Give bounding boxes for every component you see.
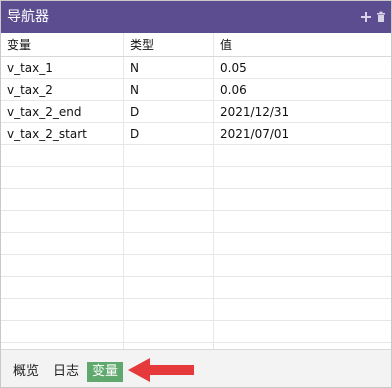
column-header-type[interactable]: 类型 — [123, 33, 213, 56]
variables-table: 变量 类型 值 v_tax_1 N 0.05 v_tax_2 N 0.06 v_… — [1, 33, 391, 349]
table-header-row: 变量 类型 值 — [1, 33, 391, 57]
empty-row — [1, 167, 391, 189]
add-icon[interactable] — [360, 11, 372, 23]
empty-row — [1, 189, 391, 211]
table-row[interactable]: v_tax_2 N 0.06 — [1, 79, 391, 101]
variable-type: D — [123, 123, 213, 144]
variable-type: N — [123, 79, 213, 100]
tab-log[interactable]: 日志 — [49, 362, 83, 382]
empty-row — [1, 233, 391, 255]
empty-row — [1, 211, 391, 233]
tab-overview[interactable]: 概览 — [9, 362, 43, 382]
variable-type: N — [123, 57, 213, 78]
variable-type: D — [123, 101, 213, 122]
variable-name: v_tax_2 — [7, 82, 53, 97]
variable-name: v_tax_1 — [7, 60, 53, 75]
empty-row — [1, 321, 391, 343]
bottom-tab-bar: 概览 日志 变量 — [1, 349, 391, 387]
variable-value: 0.06 — [213, 79, 391, 100]
navigator-panel: 导航器 变量 类型 值 v_tax_1 N 0.05 v_tax_2 N 0.0… — [0, 0, 392, 388]
table-row[interactable]: v_tax_2_end D 2021/12/31 — [1, 101, 391, 123]
empty-row — [1, 299, 391, 321]
red-arrow-icon — [128, 358, 194, 382]
variable-name: v_tax_2_end — [7, 104, 82, 119]
column-header-value[interactable]: 值 — [213, 33, 391, 56]
variable-name: v_tax_2_start — [7, 126, 87, 141]
tab-variables[interactable]: 变量 — [87, 362, 124, 382]
variable-value: 2021/07/01 — [213, 123, 391, 144]
panel-header: 导航器 — [1, 1, 391, 33]
header-actions — [360, 11, 387, 23]
variable-value: 2021/12/31 — [213, 101, 391, 122]
variable-value: 0.05 — [213, 57, 391, 78]
panel-title: 导航器 — [7, 9, 49, 25]
empty-row — [1, 277, 391, 299]
table-row[interactable]: v_tax_2_start D 2021/07/01 — [1, 123, 391, 145]
column-header-name[interactable]: 变量 — [1, 33, 123, 56]
table-row[interactable]: v_tax_1 N 0.05 — [1, 57, 391, 79]
empty-row — [1, 145, 391, 167]
trash-icon[interactable] — [375, 11, 387, 23]
empty-row — [1, 255, 391, 277]
